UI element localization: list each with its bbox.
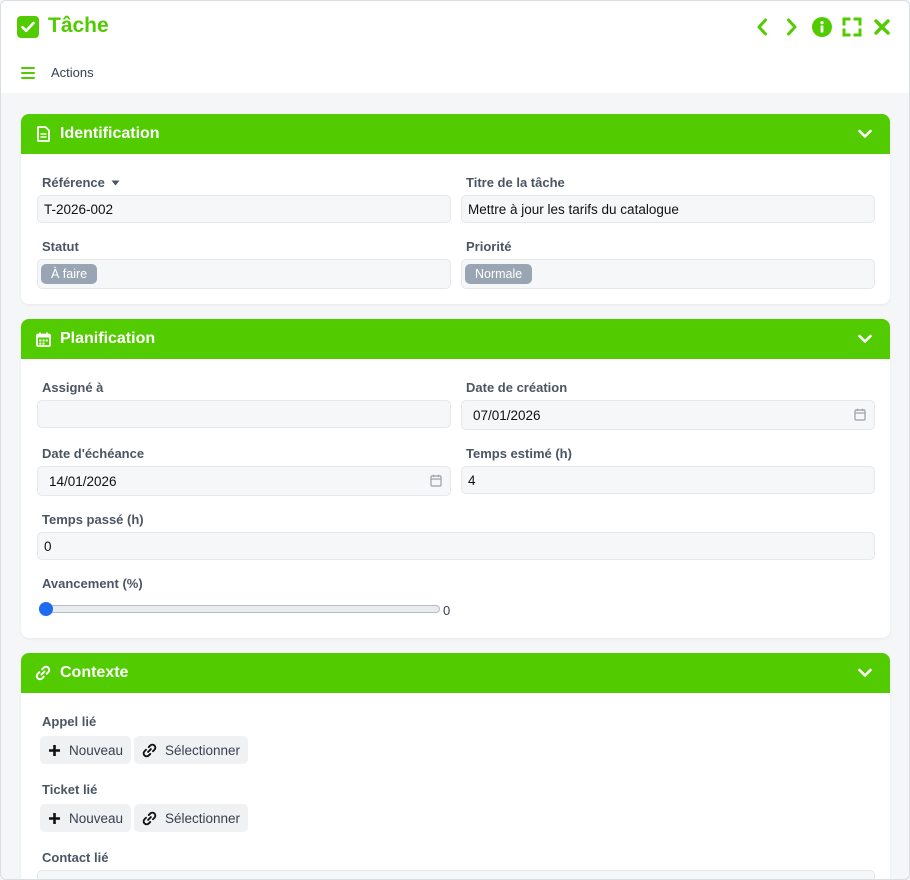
due-date-label: Date d'échéance bbox=[42, 446, 145, 461]
plus-icon bbox=[49, 812, 60, 824]
linked-contact-label: Contact lié bbox=[42, 850, 109, 865]
assigned-field[interactable] bbox=[37, 400, 451, 428]
reference-field[interactable]: T-2026-002 bbox=[37, 195, 451, 223]
title-bar: Tâche Actions bbox=[1, 1, 909, 93]
chevron-down-icon bbox=[858, 126, 872, 144]
linked-ticket-label: Ticket lié bbox=[42, 782, 98, 797]
created-date-label: Date de création bbox=[466, 380, 568, 395]
due-date-field[interactable]: 14/01/2026 bbox=[37, 466, 451, 496]
previous-button[interactable] bbox=[751, 15, 773, 39]
link-icon bbox=[35, 665, 51, 681]
identification-header[interactable]: Identification bbox=[21, 114, 890, 154]
document-icon bbox=[35, 126, 51, 142]
planning-header[interactable]: Planification bbox=[21, 319, 890, 359]
progress-slider-track[interactable] bbox=[44, 605, 440, 613]
info-icon bbox=[812, 17, 832, 37]
caret-down-icon[interactable] bbox=[111, 180, 120, 186]
call-new-button[interactable]: Nouveau bbox=[40, 736, 132, 764]
context-header[interactable]: Contexte bbox=[21, 653, 890, 693]
calendar-icon bbox=[35, 331, 51, 347]
chevron-down-icon bbox=[858, 331, 872, 349]
context-title: Contexte bbox=[60, 664, 129, 681]
identification-title: Identification bbox=[60, 125, 160, 142]
close-button[interactable] bbox=[871, 15, 893, 39]
ticket-select-label: Sélectionner bbox=[165, 810, 241, 826]
ticket-select-button[interactable]: Sélectionner bbox=[134, 804, 249, 832]
spent-time-field[interactable]: 0 bbox=[37, 532, 875, 560]
task-title-field[interactable]: Mettre à jour les tarifs du catalogue bbox=[461, 195, 875, 223]
fullscreen-button[interactable] bbox=[841, 15, 863, 39]
created-date-field[interactable]: 07/01/2026 bbox=[461, 400, 875, 430]
call-select-button[interactable]: Sélectionner bbox=[134, 736, 249, 764]
window-title: Tâche bbox=[48, 14, 109, 37]
priority-field[interactable]: Normale bbox=[461, 259, 875, 289]
progress-slider-thumb[interactable] bbox=[39, 602, 53, 616]
plus-icon bbox=[49, 744, 60, 756]
link-icon bbox=[142, 743, 157, 757]
actions-label: Actions bbox=[51, 65, 94, 80]
close-icon bbox=[874, 19, 890, 35]
status-badge: À faire bbox=[41, 264, 98, 284]
call-select-label: Sélectionner bbox=[165, 742, 241, 758]
assigned-label: Assigné à bbox=[42, 380, 104, 395]
ticket-new-button[interactable]: Nouveau bbox=[40, 804, 132, 832]
estimated-time-field[interactable]: 4 bbox=[461, 466, 875, 494]
status-field[interactable]: À faire bbox=[37, 259, 451, 289]
title-actions bbox=[751, 15, 893, 39]
next-button[interactable] bbox=[781, 15, 803, 39]
estimated-time-label: Temps estimé (h) bbox=[466, 446, 572, 461]
chevron-left-icon bbox=[757, 18, 767, 36]
task-title-label: Titre de la tâche bbox=[466, 175, 565, 190]
linked-call-label: Appel lié bbox=[42, 714, 97, 729]
status-label: Statut bbox=[42, 239, 79, 254]
priority-badge: Normale bbox=[465, 264, 533, 284]
planning-title: Planification bbox=[60, 330, 156, 347]
ticket-new-label: Nouveau bbox=[69, 810, 124, 826]
due-date-value: 14/01/2026 bbox=[49, 473, 117, 489]
calendar-icon[interactable] bbox=[854, 408, 866, 421]
spent-time-label: Temps passé (h) bbox=[42, 512, 144, 527]
checkbox-icon bbox=[17, 16, 39, 38]
task-window: Tâche Actions Identification Planificati… bbox=[0, 0, 910, 880]
calendar-icon[interactable] bbox=[430, 474, 442, 487]
reference-label: Référence bbox=[42, 175, 120, 190]
reference-label-text: Référence bbox=[42, 175, 105, 190]
chevron-down-icon bbox=[858, 665, 872, 683]
chevron-right-icon bbox=[787, 18, 797, 36]
priority-label: Priorité bbox=[466, 239, 512, 254]
link-icon bbox=[142, 811, 157, 825]
actions-menu[interactable]: Actions bbox=[21, 65, 94, 80]
expand-icon bbox=[842, 17, 862, 37]
context-panel: Contexte bbox=[21, 653, 890, 879]
menu-icon bbox=[21, 66, 35, 79]
linked-contact-field[interactable] bbox=[37, 870, 875, 879]
created-date-value: 07/01/2026 bbox=[473, 407, 541, 423]
progress-value: 0 bbox=[443, 603, 451, 618]
info-button[interactable] bbox=[811, 15, 833, 39]
call-new-label: Nouveau bbox=[69, 742, 124, 758]
progress-label: Avancement (%) bbox=[42, 576, 143, 591]
